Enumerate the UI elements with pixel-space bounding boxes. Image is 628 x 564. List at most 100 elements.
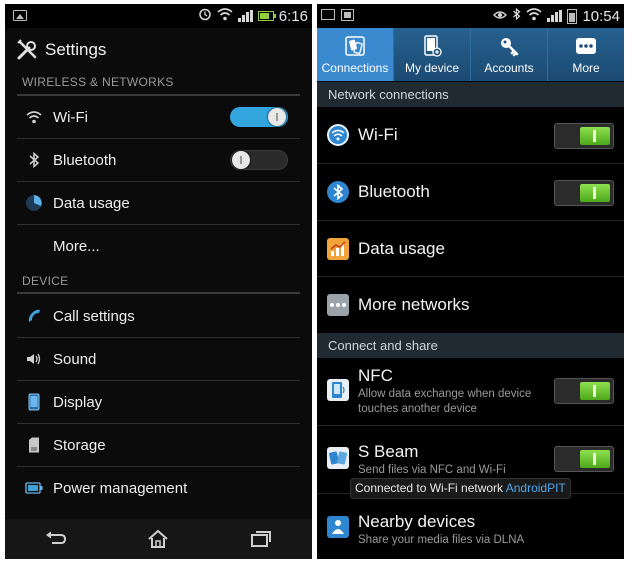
toggle-thumb	[580, 450, 610, 468]
status-bar: 6:16	[5, 4, 312, 28]
settings-item-data-usage[interactable]: Data usage	[17, 182, 300, 224]
settings-item-nearby-devices[interactable]: Nearby devices Share your media files vi…	[317, 501, 624, 559]
key-icon	[498, 35, 520, 57]
settings-item-wifi[interactable]: Wi-Fi	[17, 96, 300, 138]
settings-tools-icon	[15, 38, 39, 62]
settings-item-power-management[interactable]: Power management	[17, 467, 300, 509]
recent-apps-button[interactable]	[241, 524, 281, 554]
bluetooth-toggle[interactable]	[554, 180, 614, 206]
tab-label: More	[572, 61, 600, 75]
s-beam-toggle[interactable]	[554, 446, 614, 472]
settings-item-label: Wi-Fi	[358, 125, 398, 144]
storage-icon	[23, 434, 45, 456]
eye-icon	[493, 9, 508, 24]
tab-accounts[interactable]: Accounts	[471, 28, 548, 81]
gallery-notification-icon	[13, 10, 27, 21]
battery-status-icon	[257, 11, 276, 21]
wifi-status-icon	[526, 7, 542, 25]
right-phone-screen: 10:54 Connections My device Accounts Mor…	[317, 4, 624, 559]
wifi-toggle[interactable]	[230, 107, 288, 127]
toggle-knob	[232, 151, 250, 169]
more-dots-icon	[575, 35, 597, 57]
toggle-thumb	[580, 127, 610, 145]
s-beam-icon	[327, 446, 349, 469]
settings-item-call-settings[interactable]: Call settings	[17, 295, 300, 337]
settings-item-description: Allow data exchange when device touches …	[358, 388, 532, 415]
nfc-icon	[327, 378, 349, 401]
settings-item-label: Power management	[53, 479, 188, 497]
toggle-knob	[268, 108, 286, 126]
toast-text: Connected to Wi-Fi network	[355, 481, 506, 495]
nearby-devices-icon	[327, 516, 349, 538]
battery-icon	[23, 477, 45, 499]
signal-icon	[237, 10, 253, 22]
tab-more[interactable]: More	[548, 28, 624, 81]
settings-item-display[interactable]: Display	[17, 381, 300, 423]
tab-label: My device	[404, 61, 460, 75]
settings-item-label: Wi-Fi	[53, 108, 88, 126]
settings-item-data-usage[interactable]: Data usage	[317, 221, 624, 277]
settings-item-bluetooth[interactable]: Bluetooth	[317, 164, 624, 221]
wifi-status-icon	[217, 7, 233, 25]
wifi-toggle[interactable]	[554, 123, 614, 149]
settings-item-sound[interactable]: Sound	[17, 338, 300, 380]
connections-icon	[344, 35, 366, 57]
settings-item-description: Share your media files via DLNA	[358, 534, 525, 546]
settings-item-label: S Beam	[358, 441, 419, 461]
wifi-icon	[327, 124, 349, 146]
settings-item-label: More...	[53, 237, 100, 255]
clock: 6:16	[278, 7, 308, 25]
settings-item-bluetooth[interactable]: Bluetooth	[17, 139, 300, 181]
signal-icon	[547, 10, 563, 22]
bluetooth-toggle[interactable]	[230, 150, 288, 170]
section-header-network-connections: Network connections	[317, 82, 624, 107]
settings-item-label: Data usage	[53, 194, 130, 212]
tab-connections[interactable]: Connections	[317, 28, 394, 81]
phone-icon	[23, 305, 45, 327]
more-dots-icon	[327, 294, 349, 316]
navigation-bar	[5, 519, 312, 559]
settings-item-description: Send files via NFC and Wi-Fi	[358, 463, 506, 476]
nfc-toggle[interactable]	[554, 378, 614, 404]
clock: 10:54	[582, 7, 620, 25]
settings-item-label: Bluetooth	[358, 182, 430, 201]
settings-item-label: Bluetooth	[53, 151, 117, 169]
toast-notification: Connected to Wi-Fi network AndroidPIT	[350, 478, 571, 499]
section-header-wireless: WIRELESS & NETWORKS	[22, 75, 174, 89]
display-icon	[23, 391, 45, 413]
home-button[interactable]	[138, 524, 178, 554]
settings-item-label: Nearby devices	[358, 512, 476, 531]
my-device-icon	[421, 35, 443, 57]
notification-icon	[341, 9, 354, 21]
bluetooth-status-icon	[512, 7, 521, 25]
data-usage-icon	[327, 237, 349, 260]
action-bar: Settings	[5, 28, 312, 72]
section-header-device: DEVICE	[22, 274, 69, 288]
settings-item-nfc[interactable]: NFC Allow data exchange when device touc…	[317, 358, 624, 426]
speaker-icon	[23, 348, 45, 370]
alarm-icon	[198, 7, 212, 25]
settings-item-wifi[interactable]: Wi-Fi	[317, 107, 624, 164]
page-title: Settings	[45, 40, 107, 59]
settings-item-label: Storage	[53, 436, 106, 454]
data-usage-icon	[23, 192, 45, 214]
settings-item-label: NFC	[358, 366, 393, 385]
bluetooth-icon	[23, 149, 45, 171]
toggle-thumb	[580, 184, 610, 202]
settings-tabs: Connections My device Accounts More	[317, 28, 624, 81]
section-header-connect-and-share: Connect and share	[317, 333, 624, 358]
settings-item-label: Sound	[53, 350, 97, 368]
settings-item-more-networks[interactable]: More networks	[317, 277, 624, 334]
settings-item-storage[interactable]: Storage	[17, 424, 300, 466]
settings-item-more[interactable]: More...	[17, 225, 300, 267]
tab-my-device[interactable]: My device	[394, 28, 471, 81]
wifi-icon	[23, 106, 45, 128]
battery-status-icon	[567, 8, 578, 24]
section-divider	[17, 292, 300, 294]
settings-item-label: Display	[53, 393, 103, 411]
status-bar: 10:54	[317, 4, 624, 28]
bluetooth-icon	[327, 181, 349, 203]
back-button[interactable]	[36, 524, 76, 554]
settings-item-label: More networks	[358, 295, 470, 314]
toggle-thumb	[580, 382, 610, 400]
